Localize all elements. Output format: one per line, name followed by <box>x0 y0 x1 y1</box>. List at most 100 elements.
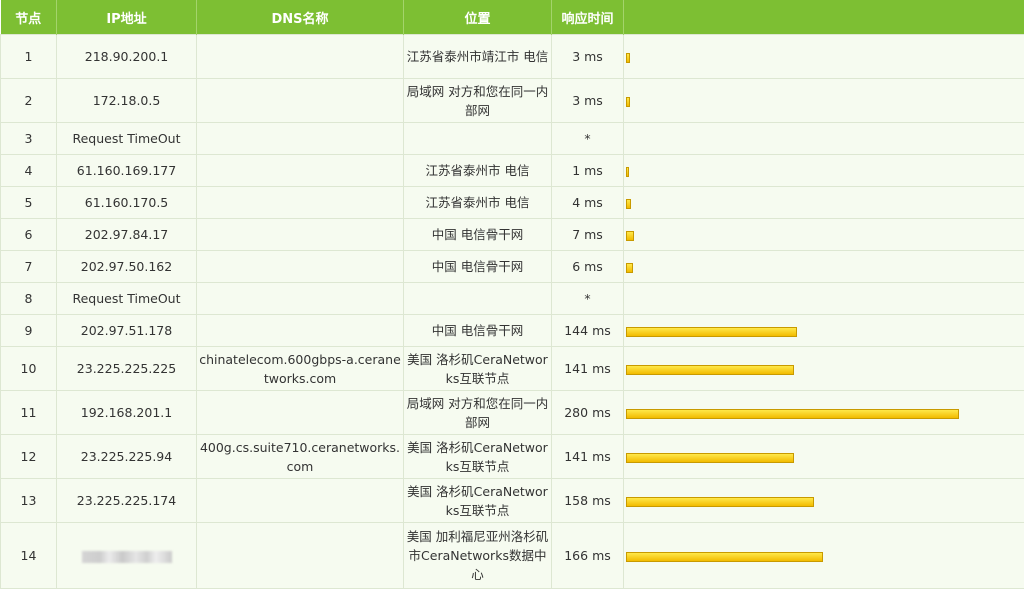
location-cell: 美国 洛杉矶CeraNetworks互联节点 <box>404 347 552 391</box>
dns-cell <box>197 391 404 435</box>
response-time-bar <box>626 199 631 209</box>
response-time-cell: 3 ms <box>552 35 624 79</box>
response-time-cell: 166 ms <box>552 523 624 589</box>
table-row: 14 美国 加利福尼亚州洛杉矶市CeraNetworks数据中心166 ms <box>1 523 1024 589</box>
location-cell: 美国 加利福尼亚州洛杉矶市CeraNetworks数据中心 <box>404 523 552 589</box>
ip-cell <box>57 523 197 589</box>
location-cell: 美国 洛杉矶CeraNetworks互联节点 <box>404 435 552 479</box>
ip-cell: 218.90.200.1 <box>57 35 197 79</box>
ip-cell: 202.97.84.17 <box>57 219 197 251</box>
response-time-bar <box>626 231 634 241</box>
dns-cell <box>197 155 404 187</box>
ip-cell: Request TimeOut <box>57 283 197 315</box>
dns-cell: 400g.cs.suite710.ceranetworks.com <box>197 435 404 479</box>
response-time-bar <box>626 53 630 63</box>
header-response-time: 响应时间 <box>552 0 624 35</box>
response-bar-cell <box>624 219 1024 251</box>
response-bar-cell <box>624 391 1024 435</box>
dns-cell <box>197 315 404 347</box>
location-cell: 中国 电信骨干网 <box>404 251 552 283</box>
response-time-bar <box>626 409 959 419</box>
header-node: 节点 <box>1 0 57 35</box>
table-row: 1218.90.200.1 江苏省泰州市靖江市 电信3 ms <box>1 35 1024 79</box>
node-cell: 7 <box>1 251 57 283</box>
response-bar-cell <box>624 35 1024 79</box>
response-time-bar <box>626 453 794 463</box>
ip-cell: 23.225.225.94 <box>57 435 197 479</box>
traceroute-table: 节点 IP地址 DNS名称 位置 响应时间 1218.90.200.1 江苏省泰州… <box>0 0 1024 589</box>
node-cell: 5 <box>1 187 57 219</box>
response-time-cell: 141 ms <box>552 347 624 391</box>
table-row: 1223.225.225.94400g.cs.suite710.ceranetw… <box>1 435 1024 479</box>
node-cell: 14 <box>1 523 57 589</box>
response-time-cell: 4 ms <box>552 187 624 219</box>
dns-cell <box>197 79 404 123</box>
response-bar-cell <box>624 123 1024 155</box>
table-row: 561.160.170.5 江苏省泰州市 电信4 ms <box>1 187 1024 219</box>
response-time-cell: 7 ms <box>552 219 624 251</box>
response-time-cell: 3 ms <box>552 79 624 123</box>
response-time-cell: 280 ms <box>552 391 624 435</box>
ip-cell: 23.225.225.174 <box>57 479 197 523</box>
response-time-cell: 144 ms <box>552 315 624 347</box>
table-row: 11192.168.201.1局域网 对方和您在同一内部网280 ms <box>1 391 1024 435</box>
location-cell: 局域网 对方和您在同一内部网 <box>404 79 552 123</box>
dns-cell <box>197 283 404 315</box>
location-cell: 江苏省泰州市 电信 <box>404 187 552 219</box>
header-bar <box>624 0 1024 35</box>
location-cell: 局域网 对方和您在同一内部网 <box>404 391 552 435</box>
ip-cell: 202.97.51.178 <box>57 315 197 347</box>
table-row: 2172.18.0.5 局域网 对方和您在同一内部网3 ms <box>1 79 1024 123</box>
response-bar-cell <box>624 315 1024 347</box>
node-cell: 8 <box>1 283 57 315</box>
location-cell: 江苏省泰州市靖江市 电信 <box>404 35 552 79</box>
response-time-cell: * <box>552 283 624 315</box>
dns-cell <box>197 251 404 283</box>
location-cell: 江苏省泰州市 电信 <box>404 155 552 187</box>
header-dns: DNS名称 <box>197 0 404 35</box>
node-cell: 11 <box>1 391 57 435</box>
ip-cell: 172.18.0.5 <box>57 79 197 123</box>
node-cell: 1 <box>1 35 57 79</box>
ip-cell: Request TimeOut <box>57 123 197 155</box>
node-cell: 13 <box>1 479 57 523</box>
location-cell <box>404 283 552 315</box>
header-location: 位置 <box>404 0 552 35</box>
response-bar-cell <box>624 347 1024 391</box>
node-cell: 4 <box>1 155 57 187</box>
ip-cell: 202.97.50.162 <box>57 251 197 283</box>
ip-cell: 61.160.170.5 <box>57 187 197 219</box>
node-cell: 6 <box>1 219 57 251</box>
table-row: 3Request TimeOut* <box>1 123 1024 155</box>
dns-cell <box>197 219 404 251</box>
response-time-bar <box>626 97 630 107</box>
table-row: 461.160.169.177江苏省泰州市 电信1 ms <box>1 155 1024 187</box>
response-bar-cell <box>624 523 1024 589</box>
redacted-ip <box>82 551 172 563</box>
table-header: 节点 IP地址 DNS名称 位置 响应时间 <box>1 0 1024 35</box>
response-bar-cell <box>624 435 1024 479</box>
response-bar-cell <box>624 155 1024 187</box>
response-time-cell: 158 ms <box>552 479 624 523</box>
response-bar-cell <box>624 479 1024 523</box>
response-bar-cell <box>624 251 1024 283</box>
location-cell: 美国 洛杉矶CeraNetworks互联节点 <box>404 479 552 523</box>
response-time-bar <box>626 365 794 375</box>
dns-cell <box>197 35 404 79</box>
dns-cell <box>197 523 404 589</box>
response-time-bar <box>626 552 823 562</box>
table-row: 8Request TimeOut * <box>1 283 1024 315</box>
table-row: 1323.225.225.174 美国 洛杉矶CeraNetworks互联节点15… <box>1 479 1024 523</box>
node-cell: 12 <box>1 435 57 479</box>
response-time-bar <box>626 497 814 507</box>
dns-cell <box>197 123 404 155</box>
node-cell: 2 <box>1 79 57 123</box>
location-cell: 中国 电信骨干网 <box>404 219 552 251</box>
table-row: 7202.97.50.162中国 电信骨干网6 ms <box>1 251 1024 283</box>
response-time-cell: 1 ms <box>552 155 624 187</box>
dns-cell <box>197 187 404 219</box>
node-cell: 9 <box>1 315 57 347</box>
response-bar-cell <box>624 187 1024 219</box>
response-time-bar <box>626 263 633 273</box>
location-cell: 中国 电信骨干网 <box>404 315 552 347</box>
